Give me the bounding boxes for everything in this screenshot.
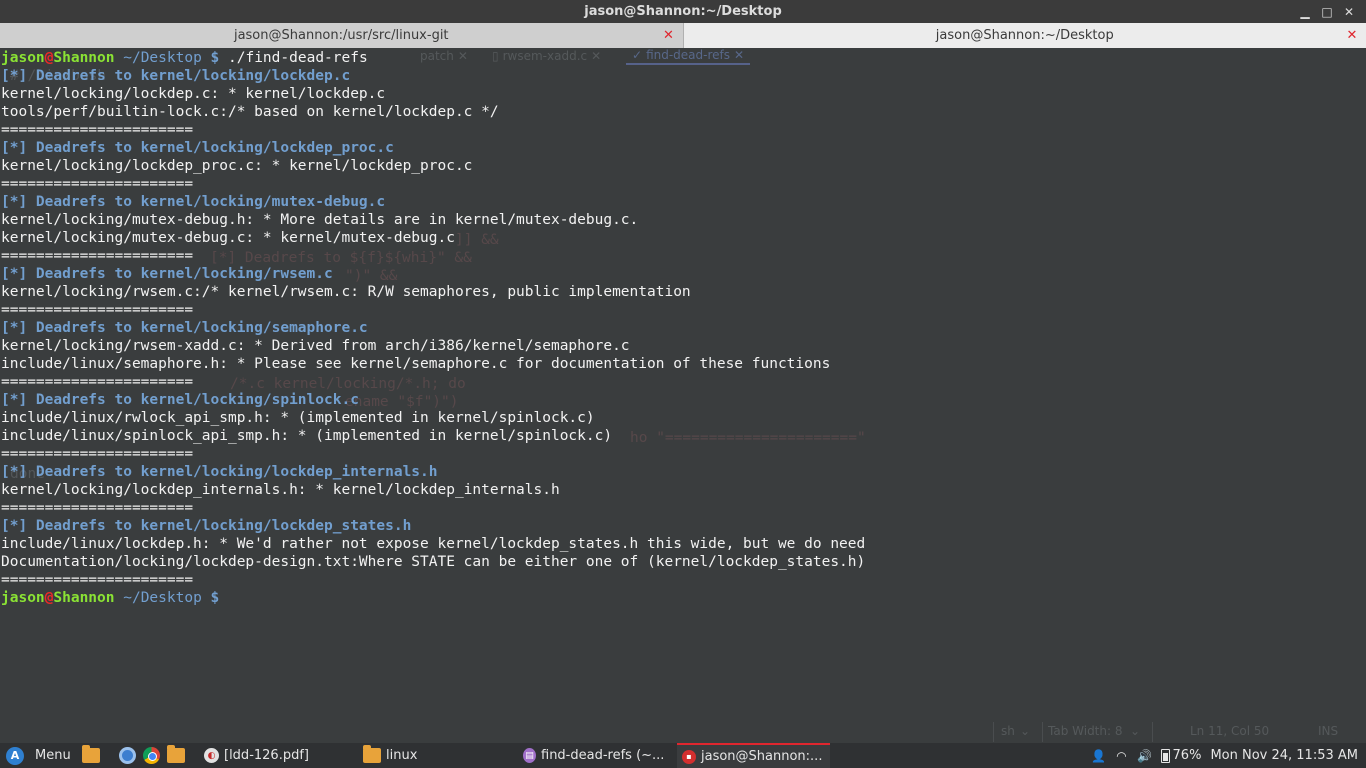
terminal-tab-desktop[interactable]: jason@Shannon:~/Desktop ✕ xyxy=(683,23,1366,48)
tab-close-icon[interactable]: ✕ xyxy=(1344,26,1360,44)
prompt-dollar: $ xyxy=(210,50,220,66)
prompt-host: Shannon xyxy=(53,50,115,66)
deadrefs-header: [*] Deadrefs to kernel/locking/lockdep.c xyxy=(1,68,351,84)
system-tray: 👤 ◠ 🔊 76% Mon Nov 24, 11:53 AM xyxy=(1091,743,1358,768)
clock[interactable]: Mon Nov 24, 11:53 AM xyxy=(1210,748,1358,763)
output-line: kernel/locking/lockdep.c: * kernel/lockd… xyxy=(1,86,386,102)
deadrefs-header: [*] Deadrefs to kernel/locking/spinlock.… xyxy=(1,392,359,408)
maximize-button[interactable]: □ xyxy=(1318,3,1336,21)
status-position: Ln 11, Col 50 xyxy=(1190,724,1270,738)
deadrefs-header: [*] Deadrefs to kernel/locking/rwsem.c xyxy=(1,266,333,282)
status-divider xyxy=(1042,722,1043,742)
prompt-dollar: $ xyxy=(210,590,220,606)
folder-icon xyxy=(167,745,185,763)
tab-label: jason@Shannon:~/Desktop xyxy=(935,28,1114,43)
prompt-user: jason xyxy=(1,50,45,66)
status-tab-width: Tab Width: 8 xyxy=(1048,724,1123,738)
status-divider xyxy=(1152,722,1153,742)
battery-indicator[interactable]: 76% xyxy=(1160,748,1202,763)
minimize-button[interactable]: ▁ xyxy=(1296,3,1314,21)
output-line: kernel/locking/lockdep_proc.c: * kernel/… xyxy=(1,158,473,174)
terminal-output[interactable]: jason@Shannon ~/Desktop $ ./find-dead-re… xyxy=(0,49,1366,719)
separator-line: ====================== xyxy=(1,302,194,318)
user-icon[interactable]: 👤 xyxy=(1091,749,1106,763)
deadrefs-header: [*] Deadrefs to kernel/locking/lockdep_s… xyxy=(1,518,412,534)
output-line: Documentation/locking/lockdep-design.txt… xyxy=(1,554,866,570)
separator-line: ====================== xyxy=(1,122,194,138)
text-editor-icon: ▤ xyxy=(523,748,536,763)
taskbar-window-label: jason@Shannon:... xyxy=(701,749,823,764)
prompt-host: Shannon xyxy=(53,590,115,606)
separator-line: ====================== xyxy=(1,248,194,264)
output-line: kernel/locking/mutex-debug.c: * kernel/m… xyxy=(1,230,455,246)
chevron-down-icon: ⌄ xyxy=(1130,724,1141,738)
terminal-tab-bar: jason@Shannon:/usr/src/linux-git ✕ jason… xyxy=(0,23,1366,48)
command-text: ./find-dead-refs xyxy=(228,50,368,66)
separator-line: ====================== xyxy=(1,446,194,462)
separator-line: ====================== xyxy=(1,572,194,588)
taskbar-window-label: find-dead-refs (~... xyxy=(541,748,665,763)
deadrefs-header: [*] Deadrefs to kernel/locking/mutex-deb… xyxy=(1,194,386,210)
deadrefs-header: [*] Deadrefs to kernel/locking/semaphore… xyxy=(1,320,368,336)
launcher-files[interactable] xyxy=(82,743,100,768)
prompt-line: jason@Shannon ~/Desktop $ ./find-dead-re… xyxy=(1,49,368,67)
browser-icon xyxy=(119,747,136,764)
output-line: include/linux/semaphore.h: * Please see … xyxy=(1,356,831,372)
taskbar-window-editor[interactable]: ▤ find-dead-refs (~... xyxy=(523,743,664,768)
separator-line: ====================== xyxy=(1,374,194,390)
mint-logo-icon: A xyxy=(6,746,24,765)
status-language: sh xyxy=(1001,724,1015,738)
separator-line: ====================== xyxy=(1,176,194,192)
tab-close-icon[interactable]: ✕ xyxy=(661,26,677,44)
taskbar-window-terminal[interactable]: ▪ jason@Shannon:... xyxy=(677,743,830,768)
separator-line: ====================== xyxy=(1,500,194,516)
menu-label: Menu xyxy=(35,748,71,763)
menu-button[interactable]: A Menu xyxy=(6,743,71,768)
window-titlebar[interactable]: jason@Shannon:~/Desktop ▁ □ ✕ xyxy=(0,0,1366,23)
launcher-folder[interactable] xyxy=(167,743,185,768)
prompt-dir: ~/Desktop xyxy=(123,50,202,66)
tab-label: jason@Shannon:/usr/src/linux-git xyxy=(233,28,449,43)
launcher-browser[interactable] xyxy=(119,743,136,768)
window-controls: ▁ □ ✕ xyxy=(1296,0,1358,23)
taskbar-window-label: linux xyxy=(386,748,418,763)
file-manager-icon xyxy=(82,745,100,763)
wifi-icon[interactable]: ◠ xyxy=(1115,749,1129,763)
taskbar-window-pdf[interactable]: ◐ [ldd-126.pdf] xyxy=(204,743,309,768)
taskbar: A Menu ◐ [ldd-126.pdf] linux ▤ find-dead… xyxy=(0,743,1366,768)
prompt-line[interactable]: jason@Shannon ~/Desktop $ xyxy=(1,589,219,607)
taskbar-window-label: [ldd-126.pdf] xyxy=(224,748,309,763)
pdf-icon: ◐ xyxy=(204,748,219,763)
window-title: jason@Shannon:~/Desktop xyxy=(584,4,782,19)
desktop-screen: jason@Shannon:~/Desktop ▁ □ ✕ jason@Shan… xyxy=(0,0,1366,768)
chevron-down-icon: ⌄ xyxy=(1020,724,1031,738)
battery-percent: 76% xyxy=(1172,748,1202,763)
status-divider xyxy=(993,722,994,742)
output-line: include/linux/rwlock_api_smp.h: * (imple… xyxy=(1,410,595,426)
background-editor-statusbar: sh ⌄ Tab Width: 8 ⌄ Ln 11, Col 50 INS xyxy=(0,722,1366,742)
battery-icon xyxy=(1160,748,1170,763)
terminal-icon: ▪ xyxy=(682,749,696,764)
status-mode: INS xyxy=(1318,724,1339,738)
taskbar-window-linux[interactable]: linux xyxy=(363,743,417,768)
output-line: tools/perf/builtin-lock.c:/* based on ke… xyxy=(1,104,499,120)
output-line: include/linux/lockdep.h: * We'd rather n… xyxy=(1,536,866,552)
chrome-icon xyxy=(143,747,160,764)
terminal-tab-linux-git[interactable]: jason@Shannon:/usr/src/linux-git ✕ xyxy=(0,23,684,48)
prompt-dir: ~/Desktop xyxy=(123,590,202,606)
output-line: kernel/locking/rwsem-xadd.c: * Derived f… xyxy=(1,338,630,354)
launcher-chrome[interactable] xyxy=(143,743,160,768)
output-line: kernel/locking/mutex-debug.h: * More det… xyxy=(1,212,639,228)
folder-icon xyxy=(363,745,381,763)
deadrefs-header: [*] Deadrefs to kernel/locking/lockdep_p… xyxy=(1,140,394,156)
output-line: include/linux/spinlock_api_smp.h: * (imp… xyxy=(1,428,613,444)
output-line: kernel/locking/lockdep_internals.h: * ke… xyxy=(1,482,560,498)
deadrefs-header: [*] Deadrefs to kernel/locking/lockdep_i… xyxy=(1,464,438,480)
close-window-button[interactable]: ✕ xyxy=(1340,3,1358,21)
volume-icon[interactable]: 🔊 xyxy=(1137,749,1152,763)
output-line: kernel/locking/rwsem.c:/* kernel/rwsem.c… xyxy=(1,284,691,300)
prompt-user: jason xyxy=(1,590,45,606)
